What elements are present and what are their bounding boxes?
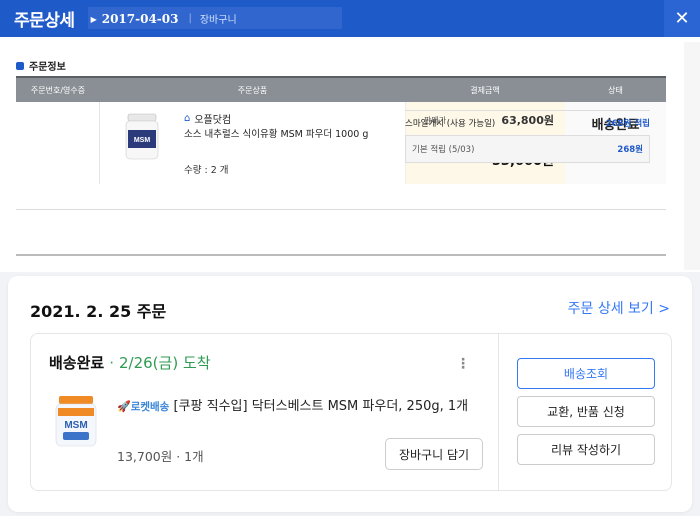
section-title: 주문정보 [16, 58, 66, 73]
close-button[interactable]: ✕ [664, 0, 700, 37]
product-image[interactable]: MSM [53, 394, 99, 448]
points-value: 268원 [617, 145, 643, 155]
order-detail-link[interactable]: 주문 상세 보기 > [568, 298, 670, 318]
column-header: 상태 [608, 85, 623, 95]
product-cell: MSM ⌂ 오플닷컴 소스 내추럴스 식이유황 MSM 파우더 1000 g 수량… [100, 102, 405, 184]
product-name[interactable]: 소스 내추럴스 식이유황 MSM 파우더 1000 g [184, 128, 389, 141]
track-delivery-button[interactable]: 배송조회 [517, 358, 655, 389]
column-header: 주문상품 [237, 85, 268, 95]
order-date: 2021. 2. 25 주문 [30, 302, 167, 321]
more-options-icon[interactable]: ⋮ [456, 356, 470, 372]
status-dot: · [109, 354, 114, 372]
close-icon: ✕ [674, 8, 690, 29]
rocket-delivery-badge: 로켓배송 [130, 401, 170, 413]
points-label: 스마일캐시 (사용 가능일) [405, 119, 496, 129]
window-title: 주문상세 [14, 11, 75, 31]
svg-text:MSM: MSM [64, 420, 87, 431]
window-header: 주문상세 ▶ 2017-04-03 | 장바구니 ✕ [0, 0, 700, 37]
product-title[interactable]: 🚀로켓배송 [쿠팡 직수입] 닥터스베스트 MSM 파우더, 250g, 1개 [117, 396, 487, 418]
column-header: 결제금액 [470, 85, 500, 95]
svg-text:MSM: MSM [134, 137, 151, 144]
points-row: 스마일캐시 (사용 가능일) 268원 적립 [405, 110, 650, 135]
product-title-text: [쿠팡 직수입] 닥터스베스트 MSM 파우더, 250g, 1개 [173, 399, 469, 414]
table-header: 주문번호/영수증 주문상품 결제금액 상태 [16, 76, 666, 102]
product-quantity: 수량 : 2 개 [184, 165, 229, 176]
bullet-icon [16, 61, 24, 70]
product-image[interactable]: MSM [124, 112, 160, 162]
order-number-cell [16, 102, 100, 184]
shop-link[interactable]: ⌂ 오플닷컴 [184, 111, 231, 126]
add-to-cart-button[interactable]: 장바구니 담기 [385, 438, 483, 470]
delivery-status: 배송완료 · 2/26(금) 도착 [49, 352, 211, 373]
points-value: 268원 적립 [605, 119, 650, 129]
write-review-button[interactable]: 리뷰 작성하기 [517, 434, 655, 465]
delivery-status-text: 배송완료 [49, 354, 105, 372]
order-detail-window: 주문상세 ▶ 2017-04-03 | 장바구니 ✕ 주문정보 주문번호/영수증 … [0, 0, 700, 272]
points-label: 기본 적립 (5/03) [412, 145, 475, 155]
table-divider [16, 254, 666, 256]
product-price: 13,700원 · 1개 [117, 449, 204, 464]
header-highlight [88, 7, 342, 29]
points-box: 스마일캐시 (사용 가능일) 268원 적립 기본 적립 (5/03) 268원 [405, 110, 650, 163]
shipment-box: 배송완료 · 2/26(금) 도착 ⋮ MSM 🚀로켓배송 [쿠팡 직수입] 닥… [30, 333, 672, 491]
scrollbar[interactable] [684, 42, 700, 270]
home-icon: ⌂ [184, 113, 191, 124]
arrival-date: 2/26(금) 도착 [118, 354, 211, 372]
exchange-return-button[interactable]: 교환, 반품 신청 [517, 396, 655, 427]
order-card: 2021. 2. 25 주문 주문 상세 보기 > 배송완료 · 2/26(금)… [8, 276, 692, 512]
rocket-icon: 🚀 [117, 400, 131, 413]
points-row: 기본 적립 (5/03) 268원 [405, 135, 650, 163]
column-header: 주문번호/영수증 [30, 85, 86, 95]
shipment-item-area: 배송완료 · 2/26(금) 도착 ⋮ MSM 🚀로켓배송 [쿠팡 직수입] 닥… [31, 334, 499, 490]
